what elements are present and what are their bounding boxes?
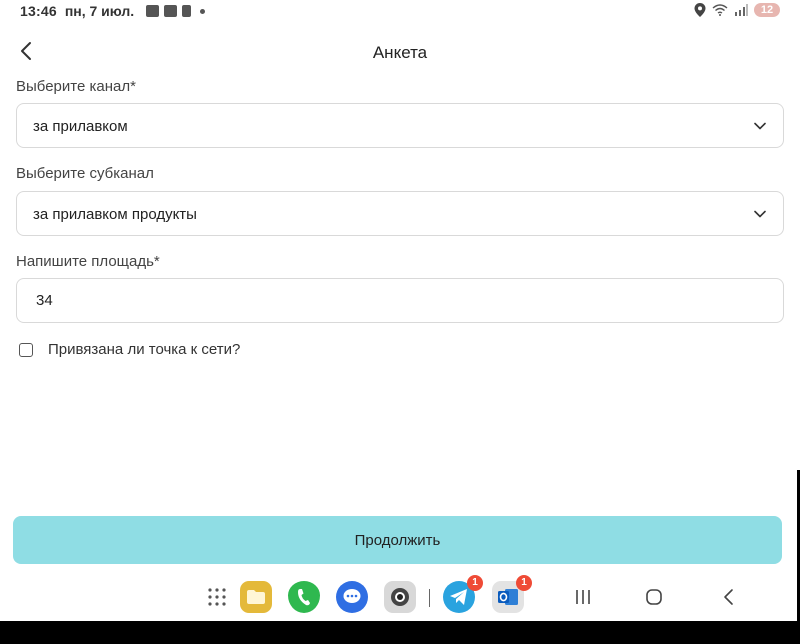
- subchannel-label: Выберите субканал: [16, 165, 154, 182]
- phone-handset-icon: [298, 589, 310, 606]
- home-icon: [646, 589, 662, 605]
- more-notifications-dot-icon: [200, 8, 206, 14]
- channel-select[interactable]: за прилавком: [16, 103, 784, 148]
- chat-bubble-icon: [343, 589, 361, 603]
- network-checkbox-row[interactable]: Привязана ли точка к сети?: [19, 341, 240, 358]
- battery-alert-icon: [182, 5, 192, 17]
- area-value: 34: [36, 292, 53, 309]
- app-drawer-icon[interactable]: [201, 581, 233, 613]
- location-icon: [694, 3, 706, 17]
- home-nav-button[interactable]: [638, 581, 670, 613]
- outlook-logo-icon: [498, 589, 518, 605]
- status-left: 13:46 пн, 7 июл.: [20, 3, 206, 19]
- page-title: Анкета: [372, 43, 428, 62]
- phone-app-icon[interactable]: [288, 581, 320, 613]
- notification-icons: [146, 5, 206, 17]
- signal-icon: [735, 4, 748, 16]
- continue-button[interactable]: Продолжить: [13, 516, 782, 564]
- dock-divider: [429, 589, 430, 607]
- telegram-app-icon[interactable]: 1: [443, 575, 483, 613]
- area-input[interactable]: 34: [16, 278, 784, 323]
- status-date: пн, 7 июл.: [64, 3, 135, 19]
- battery-indicator: 12: [754, 3, 780, 17]
- camera-app-icon[interactable]: [384, 581, 416, 613]
- bottom-bezel: [0, 621, 800, 644]
- subchannel-value: за прилавком продукты: [33, 206, 197, 223]
- status-right: 12: [694, 3, 780, 17]
- taskbar-dock: 1 1: [0, 575, 800, 619]
- wifi-icon: [712, 4, 728, 16]
- chevron-down-icon: [754, 122, 766, 130]
- recents-nav-button[interactable]: [567, 581, 599, 613]
- channel-value: за прилавком: [33, 118, 128, 135]
- status-time: 13:46: [20, 3, 57, 19]
- files-app-icon[interactable]: [240, 581, 272, 613]
- network-checkbox-label: Привязана ли точка к сети?: [48, 341, 241, 358]
- network-checkbox[interactable]: [19, 342, 33, 357]
- telegram-badge: 1: [467, 575, 483, 591]
- paper-plane-icon: [450, 589, 467, 605]
- messages-app-icon[interactable]: [336, 581, 368, 613]
- subchannel-select[interactable]: за прилавком продукты: [16, 191, 784, 236]
- channel-label: Выберите канал*: [16, 78, 136, 95]
- outlook-badge: 1: [516, 575, 532, 591]
- header: Анкета: [0, 34, 800, 70]
- teams-notification-icon: [164, 5, 178, 17]
- outlook-app-icon[interactable]: 1: [492, 575, 532, 613]
- continue-button-label: Продолжить: [354, 531, 441, 549]
- status-bar: 13:46 пн, 7 июл. 12: [0, 0, 800, 24]
- area-label: Напишите площадь*: [16, 253, 160, 270]
- camera-lens-icon: [391, 588, 409, 606]
- back-arrow-icon: [724, 589, 733, 605]
- folder-icon: [247, 590, 265, 604]
- back-nav-button[interactable]: [713, 581, 745, 613]
- recents-icon: [576, 590, 590, 604]
- chevron-down-icon: [754, 210, 766, 218]
- outlook-notification-icon: [146, 5, 160, 17]
